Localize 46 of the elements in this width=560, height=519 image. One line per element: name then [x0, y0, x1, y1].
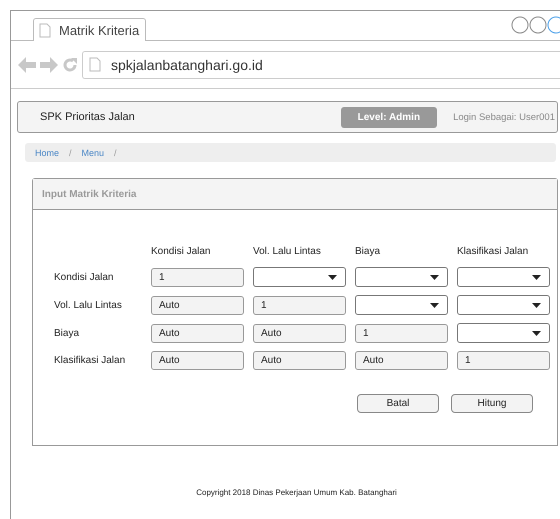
caret-icon	[328, 274, 337, 280]
input-field[interactable]: 1	[151, 268, 244, 286]
input-field[interactable]: Auto	[151, 351, 244, 370]
caret-icon	[532, 330, 541, 336]
input-field[interactable]: Auto	[151, 324, 244, 342]
action-button[interactable]: Hitung	[451, 394, 533, 413]
input-field[interactable]: 1	[457, 351, 550, 370]
document-icon	[89, 57, 101, 72]
footer-text: Copyright 2018 Dinas Pekerjaan Umum Kab. Batanghari	[195, 488, 398, 497]
input-field[interactable]: Auto	[253, 324, 346, 342]
row-label: Klasifikasi Jalan	[54, 355, 126, 366]
dropdown[interactable]	[457, 323, 550, 343]
dropdown[interactable]	[457, 295, 550, 315]
input-field[interactable]: 1	[355, 324, 448, 342]
brand-title: SPK Prioritas Jalan	[40, 111, 136, 123]
input-field[interactable]: 1	[253, 296, 346, 314]
browser-tab[interactable]: Matrik Kriteria	[33, 18, 146, 41]
row-label: Kondisi Jalan	[54, 272, 114, 282]
input-field[interactable]: Auto	[355, 351, 448, 370]
tab-title: Matrik Kriteria	[59, 22, 140, 38]
caret-icon	[532, 302, 541, 308]
breadcrumb-separator: /	[69, 148, 72, 158]
column-header: Klasifikasi Jalan	[457, 246, 530, 257]
row-label: Vol. Lalu Lintas	[54, 300, 123, 310]
login-label: Login Sebagai: User001	[453, 112, 555, 122]
caret-icon	[430, 302, 439, 308]
column-header: Vol. Lalu Lintas	[253, 246, 322, 257]
action-button[interactable]: Batal	[357, 394, 439, 413]
panel-title: Input Matrik Kriteria	[42, 188, 136, 200]
breadcrumb-separator: /	[114, 148, 117, 158]
column-header: Biaya	[355, 246, 382, 257]
level-badge: Level: Admin	[340, 106, 438, 128]
row-label: Biaya	[54, 328, 80, 338]
column-header: Kondisi Jalan	[151, 246, 212, 257]
url-text: spkjalanbatanghari.go.id	[111, 56, 263, 72]
dropdown[interactable]	[355, 267, 448, 287]
dropdown[interactable]	[253, 267, 346, 287]
caret-icon	[430, 274, 439, 280]
window-controls-icon[interactable]	[510, 15, 560, 35]
dropdown[interactable]	[457, 267, 550, 287]
dropdown[interactable]	[355, 295, 448, 315]
document-icon	[39, 22, 51, 38]
caret-icon	[532, 274, 541, 280]
address-bar[interactable]: spkjalanbatanghari.go.id	[82, 50, 560, 78]
input-field[interactable]: Auto	[253, 351, 346, 370]
input-field[interactable]: Auto	[151, 296, 244, 314]
